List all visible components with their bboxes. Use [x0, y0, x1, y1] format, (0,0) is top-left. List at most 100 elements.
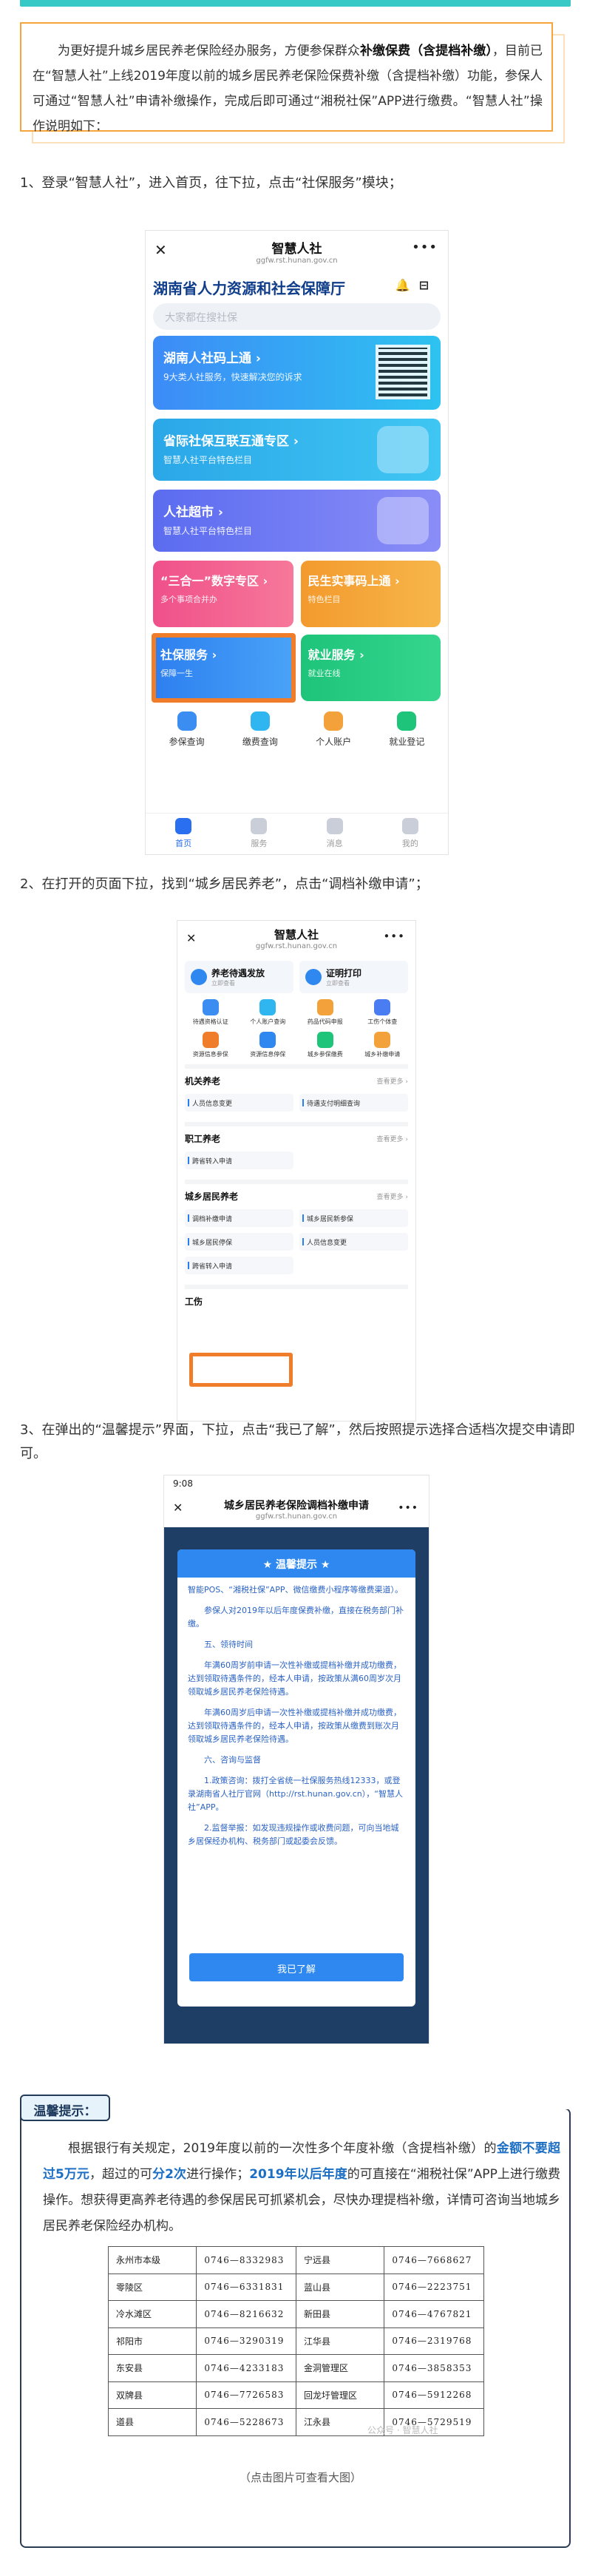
icon-insurance-query[interactable]: 参保查询: [161, 711, 213, 748]
district-cell: 双牌县: [107, 2381, 197, 2409]
coin-icon: [250, 711, 270, 731]
icon-label: 缴费查询: [242, 737, 278, 747]
status-bar: 9:08: [164, 1475, 429, 1493]
icon-label: 就业登记: [389, 737, 425, 747]
phone-cell: 0746—4233183: [196, 2354, 296, 2382]
tile-livelihood[interactable]: 民生实事码上通 › 特色栏目: [300, 561, 441, 627]
tile-title: 就业服务 ›: [308, 648, 364, 662]
icon-employment-register[interactable]: 就业登记: [381, 711, 432, 748]
app-url: ggfw.rst.hunan.gov.cn: [255, 942, 338, 950]
section-resident-pension: 城乡居民养老 查看更多 › 调档补缴申请 城乡居民新参保 城乡居民停保 人员信息变…: [185, 1180, 408, 1274]
service-pill[interactable]: 人员信息变更: [299, 1233, 408, 1251]
tab-service[interactable]: 服务: [237, 818, 281, 854]
district-cell: 江华县: [295, 2327, 385, 2355]
section-more-link[interactable]: 查看更多 ›: [377, 1076, 408, 1086]
printer-icon: [305, 969, 322, 985]
service-pill[interactable]: 待遇支付明细查询: [299, 1094, 408, 1112]
quick-sub: 立即查看: [211, 980, 235, 987]
app-title: 智慧人社: [274, 928, 319, 942]
grid-label: 个人账户查询: [250, 1018, 286, 1025]
app-url: ggfw.rst.hunan.gov.cn: [256, 257, 338, 265]
close-icon[interactable]: ✕: [155, 241, 167, 259]
contact-table[interactable]: 永州市本级 0746—8332983 宁远县 0746—7668627 零陵区 0746—…: [107, 2246, 484, 2436]
more-icon[interactable]: •••: [383, 930, 405, 943]
app-title: 智慧人社: [271, 242, 322, 257]
dialog-body[interactable]: 智能POS、“湘税社保”APP、微信缴费小程序等缴费渠道）。 参保人对2019年…: [177, 1578, 415, 1862]
icon-payment-query[interactable]: 缴费查询: [234, 711, 286, 748]
service-pill[interactable]: 跨省转入申请: [185, 1152, 293, 1169]
contact-row: 零陵区 0746—6331831 蓝山县 0746—2223751: [107, 2273, 484, 2301]
district-cell: 东安县: [107, 2354, 197, 2382]
service-pill[interactable]: 城乡居民停保: [185, 1233, 293, 1251]
tab-home[interactable]: 首页: [161, 818, 206, 854]
card-interprovincial[interactable]: 省际社保互联互通专区 › 智慧人社平台特色栏目: [153, 419, 441, 481]
message-icon: [326, 818, 343, 834]
pension-payout-button[interactable]: 养老待遇发放 立即查看: [185, 961, 293, 993]
dialog-paragraph: 2.监督举报：如发现违规操作或收费问题，可向当地城乡居保经办机构、税务部门或起委…: [188, 1823, 399, 1846]
service-icon: [316, 1032, 333, 1048]
grid-item[interactable]: 资源信息参保: [182, 1032, 240, 1058]
grid-label: 资源信息停保: [250, 1051, 286, 1058]
district-cell: 零陵区: [107, 2273, 197, 2301]
phone-cell: 0746—8216632: [196, 2300, 296, 2328]
phone-cell: 0746—5228673: [196, 2408, 296, 2436]
more-icon[interactable]: •••: [398, 1502, 418, 1514]
contact-row: 双牌县 0746—7726583 回龙圩管理区 0746—5912268: [107, 2381, 484, 2409]
grid-item[interactable]: 工伤个体查: [354, 999, 412, 1026]
home-icon: [175, 818, 192, 834]
section-more-link[interactable]: 查看更多 ›: [377, 1134, 408, 1143]
card-code-service[interactable]: 湖南人社码上通 › 9大类人社服务，快速解决您的诉求: [153, 336, 441, 410]
dialog-paragraph: 年满60周岁后申请一次性补缴或提档补缴并成功缴费，达到领取待遇条件的，经本人申请…: [188, 1708, 401, 1744]
close-icon[interactable]: ✕: [186, 931, 196, 945]
service-pill[interactable]: 人员信息变更: [185, 1094, 293, 1112]
intro-bold: 补缴保费（含提档补缴）: [359, 44, 492, 58]
close-icon[interactable]: ✕: [173, 1501, 183, 1515]
bell-icon[interactable]: 🔔⊟: [395, 278, 438, 292]
understood-button[interactable]: 我已了解: [189, 1953, 404, 1981]
tips-highlight: 2019年以后年度: [249, 2167, 347, 2182]
grid-item[interactable]: 城乡参保缴费: [296, 1032, 354, 1058]
webview-header: ✕ 智慧人社 ggfw.rst.hunan.gov.cn •••: [146, 231, 448, 269]
qr-code-icon: [376, 345, 430, 399]
status-time: 9:08: [173, 1478, 193, 1489]
tab-message[interactable]: 消息: [313, 818, 357, 854]
app-url: ggfw.rst.hunan.gov.cn: [255, 1512, 338, 1521]
phone-cell: 0746—7726583: [196, 2381, 296, 2409]
step-1: 1、登录“智慧人社”，进入首页，往下拉，点击“社保服务”模块；: [20, 175, 402, 191]
notice-dialog: ★ 温馨提示 ★ 智能POS、“湘税社保”APP、微信缴费小程序等缴费渠道）。 …: [177, 1549, 415, 2007]
tile-social-security[interactable]: 社保服务 › 保障一生: [152, 633, 296, 703]
card-supermarket[interactable]: 人社超市 › 智慧人社平台特色栏目: [153, 490, 441, 552]
grid-item[interactable]: 城乡补缴申请: [354, 1032, 412, 1058]
section-employee-pension: 职工养老 查看更多 › 跨省转入申请: [185, 1122, 408, 1169]
dialog-title: ★ 温馨提示 ★: [177, 1549, 415, 1578]
grid-label: 工伤个体查: [367, 1018, 398, 1025]
tile-three-in-one[interactable]: “三合一”数字专区 › 多个事项合并办: [153, 561, 293, 627]
adjust-grade-payment-pill[interactable]: 调档补缴申请: [185, 1209, 293, 1227]
more-icon[interactable]: •••: [412, 240, 438, 255]
intro-paragraph: 为更好提升城乡居民养老保险经办服务，方便参保群众补缴保费（含提档补缴），目前已在…: [33, 38, 543, 139]
icon-personal-account[interactable]: 个人账户: [308, 711, 359, 748]
tips-highlight: 分2次: [152, 2167, 187, 2182]
quick-sub: 立即查看: [326, 980, 350, 987]
phone-cell: 0746—3858353: [384, 2354, 484, 2382]
grid-item[interactable]: 个人账户查询: [240, 999, 297, 1026]
tile-sub: 多个事项合并办: [160, 595, 217, 604]
certificate-print-button[interactable]: 证明打印 立即查看: [299, 961, 408, 993]
section-cut: 工伤: [185, 1285, 408, 1310]
section-more-link[interactable]: 查看更多 ›: [377, 1191, 408, 1201]
service-pill[interactable]: 城乡居民新参保: [299, 1209, 408, 1227]
tips-text: 根据银行有关规定，2019年度以前的一次性多个年度补缴（含提档补缴）的: [68, 2141, 497, 2156]
tile-employment[interactable]: 就业服务 › 就业在线: [300, 635, 441, 701]
service-pill[interactable]: 跨省转入申请: [185, 1257, 293, 1274]
grid-label: 城乡补缴申请: [364, 1051, 401, 1058]
grid-item[interactable]: 药品代码申报: [296, 999, 354, 1026]
screenshot-home: ✕ 智慧人社 ggfw.rst.hunan.gov.cn ••• 湖南省人力资源…: [146, 231, 448, 854]
search-input[interactable]: 大家都在搜社保: [153, 303, 441, 330]
grid-item[interactable]: 资源信息停保: [240, 1032, 297, 1058]
district-cell: 永州市本级: [107, 2246, 197, 2274]
phone-cell: 0746—5912268: [384, 2381, 484, 2409]
tab-mine[interactable]: 我的: [388, 818, 432, 854]
grid-label: 待遇资格认证: [192, 1018, 228, 1025]
tab-label: 我的: [401, 839, 418, 848]
grid-item[interactable]: 待遇资格认证: [182, 999, 240, 1026]
